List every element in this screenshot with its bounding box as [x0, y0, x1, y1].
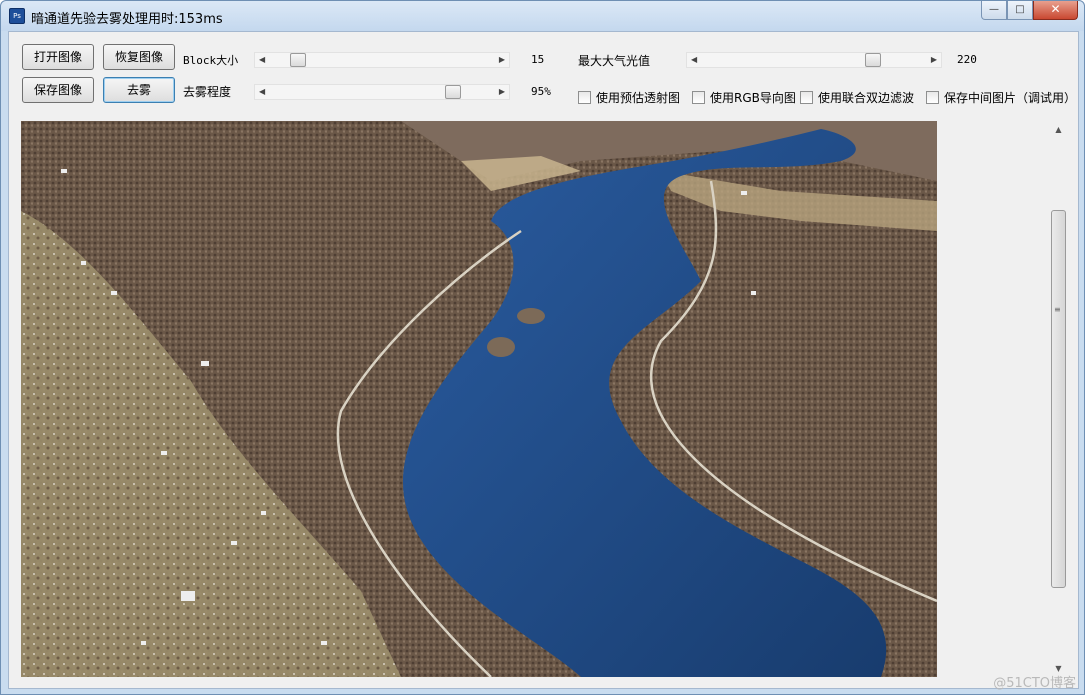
max-atmo-light-slider[interactable]: ◀ ▶	[686, 52, 942, 68]
dehaze-degree-slider-thumb[interactable]	[445, 85, 462, 99]
block-size-slider[interactable]: ◀ ▶	[254, 52, 510, 68]
image-display	[21, 121, 937, 677]
vertical-scrollbar[interactable]: ▲ ≡ ▼	[1050, 121, 1067, 677]
dehaze-degree-value: 95%	[531, 85, 551, 98]
option-label: 使用联合双边滤波	[818, 91, 915, 105]
close-button[interactable]: ✕	[1033, 1, 1078, 20]
dehaze-degree-slider[interactable]: ◀ ▶	[254, 84, 510, 100]
option-rgb-guide[interactable]: 使用RGB导向图	[692, 89, 796, 106]
checkbox[interactable]	[926, 91, 939, 104]
slider-right-arrow-icon[interactable]: ▶	[931, 55, 937, 64]
max-atmo-light-label: 最大大气光值	[578, 54, 651, 68]
option-joint-bilateral[interactable]: 使用联合双边滤波	[800, 89, 914, 106]
slider-left-arrow-icon[interactable]: ◀	[691, 55, 697, 64]
minimize-button[interactable]: —	[981, 1, 1007, 20]
slider-left-arrow-icon[interactable]: ◀	[259, 55, 265, 64]
scrollbar-thumb[interactable]	[1051, 210, 1066, 588]
title-bar[interactable]: Ps 暗通道先验去雾处理用时:153ms — □ ✕	[1, 1, 1084, 31]
dehaze-button[interactable]: 去雾	[103, 77, 175, 103]
window-title: 暗通道先验去雾处理用时:153ms	[31, 12, 223, 27]
checkbox[interactable]	[692, 91, 705, 104]
slider-right-arrow-icon[interactable]: ▶	[499, 55, 505, 64]
block-size-value: 15	[531, 53, 545, 66]
aerial-river-image	[21, 121, 937, 677]
checkbox[interactable]	[800, 91, 813, 104]
window-controls: — □ ✕	[981, 1, 1078, 21]
main-window: Ps 暗通道先验去雾处理用时:153ms — □ ✕ 打开图像 恢复图像 保存图…	[0, 0, 1085, 695]
watermark-text: @51CTO博客	[993, 676, 1076, 691]
save-image-button[interactable]: 保存图像	[22, 77, 94, 103]
client-area: 打开图像 恢复图像 保存图像 去雾 Block大小 ◀ ▶ 15 去雾程度 ◀ …	[8, 31, 1079, 689]
option-save-intermediate[interactable]: 保存中间图片（调试用）	[926, 89, 1076, 106]
option-estimated-transmission[interactable]: 使用预估透射图	[578, 89, 680, 106]
option-label: 使用预估透射图	[596, 91, 681, 105]
open-image-button[interactable]: 打开图像	[22, 44, 94, 70]
max-atmo-light-slider-thumb[interactable]	[864, 53, 881, 67]
restore-image-button[interactable]: 恢复图像	[103, 44, 175, 70]
option-label: 使用RGB导向图	[710, 91, 796, 105]
slider-right-arrow-icon[interactable]: ▶	[499, 87, 505, 96]
block-size-slider-thumb[interactable]	[290, 53, 306, 67]
scroll-grip-icon: ≡	[1054, 305, 1061, 314]
dehaze-degree-label: 去雾程度	[183, 85, 232, 99]
max-atmo-light-value: 220	[957, 53, 977, 66]
slider-left-arrow-icon[interactable]: ◀	[259, 87, 265, 96]
checkbox[interactable]	[578, 91, 591, 104]
scroll-up-arrow-icon[interactable]: ▲	[1050, 121, 1067, 138]
option-label: 保存中间图片（调试用）	[944, 91, 1077, 105]
maximize-button[interactable]: □	[1007, 1, 1033, 20]
app-icon: Ps	[9, 8, 25, 24]
block-size-label: Block大小	[183, 54, 239, 67]
